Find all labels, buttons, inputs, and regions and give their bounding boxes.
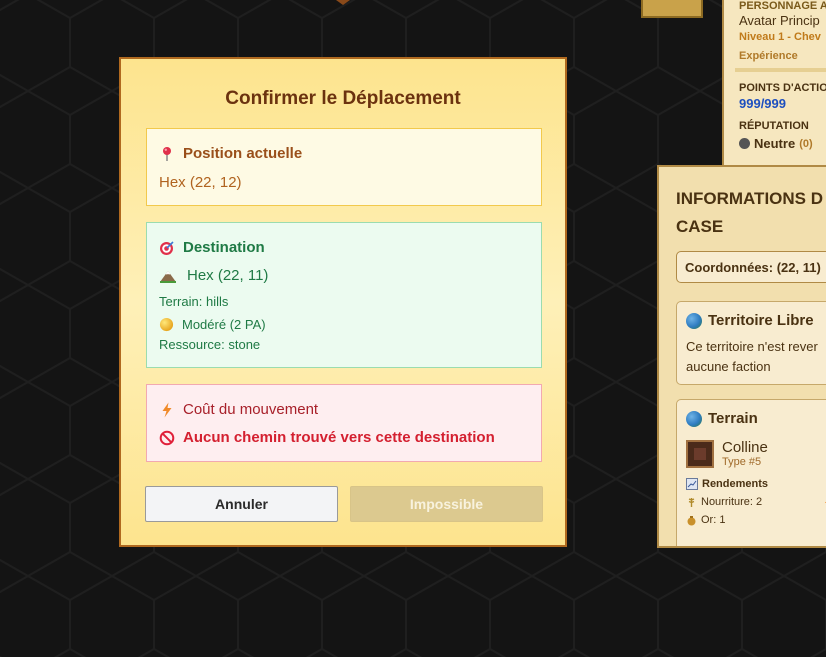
chart-icon [686, 478, 698, 490]
territory-box: Territoire Libre Ce territoire n'est rev… [676, 301, 826, 385]
terrain-heading: Terrain [686, 410, 826, 427]
tile-info-title: INFORMATIONS D CASE [676, 189, 824, 236]
confirm-move-dialog: Confirmer le Déplacement Position actuel… [119, 57, 567, 547]
experience-bar [735, 68, 826, 72]
terrain-box: Terrain Colline Type #5 Rendements Nourr… [676, 399, 826, 546]
yield-gold: Or: 1 [701, 514, 726, 526]
no-path-error: Aucun chemin trouvé vers cette destinati… [159, 429, 495, 446]
movement-cost-heading: Coût du mouvement [159, 401, 318, 418]
action-points-value: 999/999 [739, 96, 786, 111]
yields-label: Rendements [702, 478, 769, 490]
impossible-button[interactable]: Impossible [350, 486, 543, 522]
character-name: Avatar Princip [739, 13, 820, 28]
destination-difficulty: Modéré (2 PA) [182, 317, 266, 332]
current-position-value: Hex (22, 12) [159, 174, 242, 191]
terrain-type: Type #5 [722, 456, 762, 468]
destination-difficulty-row: Modéré (2 PA) [159, 317, 266, 332]
movement-cost-card: Coût du mouvement Aucun chemin trouvé ve… [146, 384, 542, 462]
yield-food: Nourriture: 2 [701, 496, 763, 508]
terrain-tile-row: Colline Type #5 [686, 439, 826, 468]
current-position-label: Position actuelle [183, 145, 303, 162]
yellow-circle-icon [159, 317, 174, 332]
territory-heading: Territoire Libre [686, 312, 826, 329]
prohibited-icon [159, 430, 175, 445]
reputation-count: (0) [799, 137, 813, 150]
terrain-name: Colline [722, 439, 768, 456]
territory-description: Ce territoire n'est rever aucune faction [686, 339, 818, 374]
globe-icon [686, 312, 702, 329]
reputation-label: RÉPUTATION [739, 120, 809, 132]
character-level: Niveau 1 - Chev [739, 31, 821, 43]
destination-terrain: Terrain: hills [159, 294, 229, 309]
yield-food-row: Nourriture: 2 [686, 496, 826, 508]
movement-cost-label: Coût du mouvement [183, 401, 319, 418]
destination-hex-value: Hex (22, 11) [187, 267, 269, 284]
yield-gold-row: Or: 1 [686, 514, 826, 526]
character-panel-header: PERSONNAGE A [739, 0, 826, 12]
lightning-icon [162, 402, 172, 417]
destination-card: Destination Hex (22, 11) Terrain: hills … [146, 222, 542, 368]
dialog-title: Confirmer le Déplacement [225, 88, 461, 109]
wheat-icon [688, 497, 695, 507]
reputation-value: Neutre (0) [739, 136, 826, 151]
current-position-heading: Position actuelle [159, 145, 302, 162]
destination-heading: Destination [159, 239, 265, 256]
pushpin-icon [163, 146, 171, 161]
terrain-swatch [686, 439, 714, 468]
current-position-card: Position actuelle Hex (22, 12) [146, 128, 542, 206]
mountain-icon [160, 270, 176, 283]
cancel-button[interactable]: Annuler [145, 486, 338, 522]
globe-icon [686, 410, 702, 427]
character-panel: PERSONNAGE A Avatar Princip Niveau 1 - C… [722, 0, 826, 170]
territory-heading-text: Territoire Libre [708, 312, 814, 329]
destination-hex-row: Hex (22, 11) [159, 267, 268, 284]
experience-label: Expérience [739, 50, 798, 62]
destination-label: Destination [183, 239, 265, 256]
tile-info-panel: INFORMATIONS D CASE Coordonnées: (22, 11… [657, 165, 826, 548]
destination-resource: Ressource: stone [159, 337, 261, 352]
top-right-button[interactable] [641, 0, 703, 18]
yields-heading: Rendements [686, 478, 826, 490]
reputation-text: Neutre [754, 136, 796, 151]
no-path-error-text: Aucun chemin trouvé vers cette destinati… [183, 429, 495, 446]
reputation-dot-icon [739, 138, 750, 149]
money-bag-icon [687, 515, 696, 525]
terrain-heading-text: Terrain [708, 410, 758, 427]
target-icon [160, 240, 174, 255]
action-points-label: POINTS D'ACTIO [739, 82, 826, 94]
coordinates-box: Coordonnées: (22, 11) [676, 251, 826, 283]
